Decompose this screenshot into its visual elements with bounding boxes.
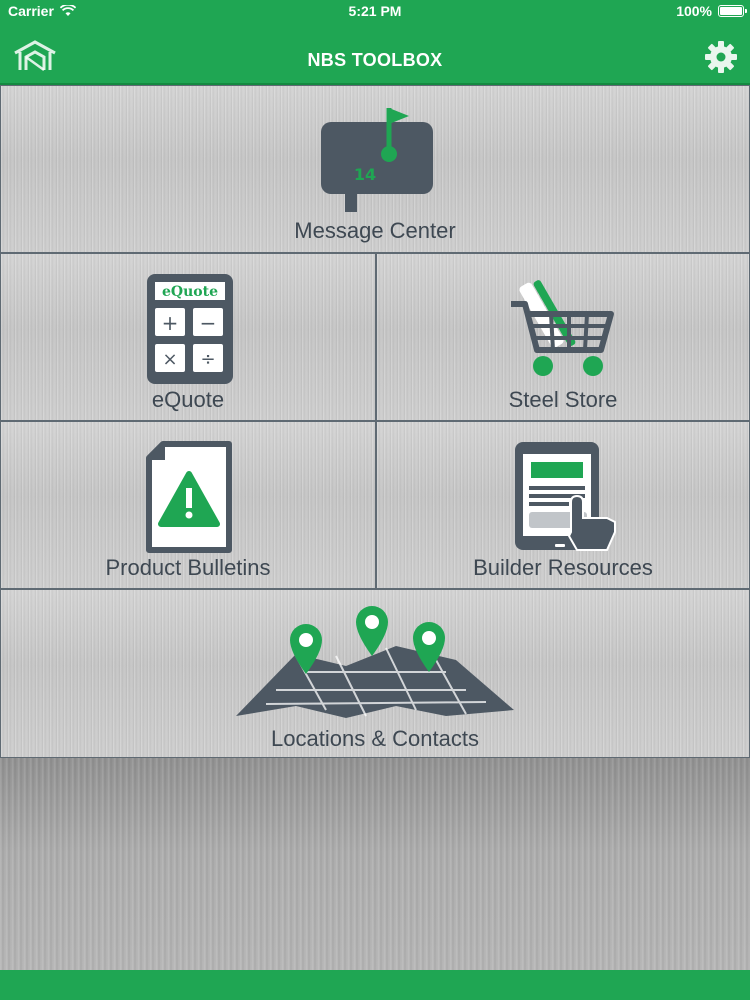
locations-contacts-label: Locations & Contacts bbox=[271, 726, 479, 751]
equote-tile[interactable]: eQuote + − × ÷ eQuote bbox=[0, 253, 376, 421]
steel-store-label: Steel Store bbox=[508, 387, 618, 412]
svg-text:−: − bbox=[200, 311, 217, 335]
nav-bar: NBS TOOLBOX bbox=[0, 22, 750, 85]
map-pins-icon bbox=[236, 606, 514, 718]
mailbox-icon: 14 bbox=[321, 108, 433, 212]
equote-label: eQuote bbox=[151, 387, 225, 412]
shopping-cart-icon bbox=[511, 280, 614, 376]
message-center-tile[interactable]: 14 Message Center bbox=[0, 85, 750, 253]
message-center-label: Message Center bbox=[294, 218, 456, 243]
builder-resources-label: Builder Resources bbox=[473, 555, 653, 580]
builder-resources-tile[interactable]: Builder Resources bbox=[376, 421, 750, 589]
nav-title: NBS TOOLBOX bbox=[307, 50, 443, 70]
tile-grid: 14 Message Center eQuote + − × ÷ eQuote bbox=[0, 85, 750, 758]
bottom-bar bbox=[0, 970, 750, 1000]
settings-button[interactable] bbox=[704, 40, 738, 74]
gear-icon bbox=[705, 41, 737, 73]
warning-document-icon bbox=[146, 441, 232, 553]
steel-store-tile[interactable]: Steel Store bbox=[376, 253, 750, 421]
product-bulletins-tile[interactable]: Product Bulletins bbox=[0, 421, 376, 589]
svg-text:×: × bbox=[162, 349, 177, 370]
status-time: 5:21 PM bbox=[348, 3, 402, 19]
equote-icon-text: eQuote bbox=[162, 284, 218, 300]
locations-contacts-tile[interactable]: Locations & Contacts bbox=[0, 589, 750, 758]
battery-icon bbox=[718, 5, 747, 17]
product-bulletins-label: Product Bulletins bbox=[105, 555, 271, 580]
svg-text:+: + bbox=[162, 311, 179, 335]
background-area bbox=[0, 758, 750, 970]
battery-percent: 100% bbox=[676, 3, 712, 19]
status-bar: Carrier 5:21 PM 100% bbox=[0, 0, 750, 22]
svg-text:÷: ÷ bbox=[200, 349, 215, 370]
tablet-touch-icon bbox=[515, 442, 616, 551]
status-right: 100% bbox=[676, 3, 747, 19]
message-badge: 14 bbox=[354, 165, 376, 184]
calculator-icon: eQuote + − × ÷ bbox=[147, 274, 233, 384]
